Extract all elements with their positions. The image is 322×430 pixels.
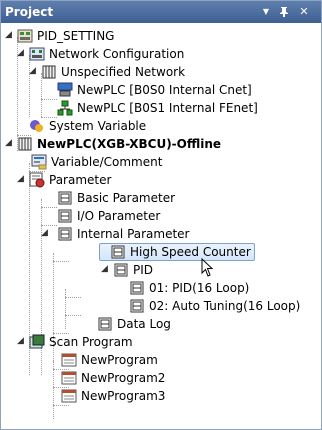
param-file-icon — [113, 262, 129, 278]
tree-label: PID — [133, 263, 154, 277]
collapse-icon[interactable]: ◢ — [17, 48, 27, 58]
tree-item-high-speed-counter[interactable]: High Speed Counter — [99, 243, 255, 261]
tree-label: NewProgram — [81, 353, 158, 367]
scan-program-icon — [29, 334, 45, 350]
tree-label: I/O Parameter — [77, 209, 161, 223]
tree-label: 02: Auto Tuning(16 Loop) — [149, 299, 301, 313]
collapse-icon[interactable]: ◢ — [5, 30, 15, 40]
mouse-cursor-icon — [201, 258, 214, 277]
cnet-icon — [57, 82, 73, 98]
collapse-icon[interactable]: ◢ — [17, 174, 27, 184]
tree-label: Data Log — [117, 317, 171, 331]
program-file-icon — [61, 370, 77, 386]
tree-label: 01: PID(16 Loop) — [149, 281, 250, 295]
tree-label: High Speed Counter — [130, 245, 251, 259]
pin-icon[interactable] — [277, 5, 291, 19]
tree-label: NewPLC [B0S0 Internal Cnet] — [77, 83, 252, 97]
tree-label: NewProgram3 — [81, 389, 166, 403]
system-variable-icon — [29, 118, 45, 134]
collapse-icon[interactable]: ◢ — [5, 138, 15, 148]
panel-title: Project — [5, 5, 54, 19]
program-file-icon — [61, 388, 77, 404]
network-icon — [29, 46, 45, 62]
close-icon[interactable]: ✕ — [297, 5, 311, 19]
fenet-icon — [57, 100, 73, 116]
param-file-icon — [57, 226, 73, 242]
tree-label: NewProgram2 — [81, 371, 166, 385]
tree-label: Basic Parameter — [77, 191, 176, 205]
tree-label: Unspecified Network — [61, 65, 186, 79]
param-file-icon — [110, 244, 126, 260]
collapse-icon[interactable]: ◢ — [41, 228, 51, 238]
project-panel: Project ▼ ✕ ◢ PID_SETTING ◢ Network Conf… — [0, 0, 322, 430]
param-file-icon — [57, 208, 73, 224]
tree-label: NewPLC [B0S1 Internal FEnet] — [77, 101, 258, 115]
plc-module-icon — [41, 64, 57, 80]
panel-titlebar: Project ▼ ✕ — [1, 1, 321, 23]
tree-label: Parameter — [49, 173, 112, 187]
project-icon — [17, 28, 33, 44]
tree-label: Network Configuration — [49, 47, 185, 61]
tree-label: Variable/Comment — [51, 155, 163, 169]
tree-label: NewPLC(XGB-XBCU)-Offline — [37, 137, 222, 151]
project-tree: ◢ PID_SETTING ◢ Network Configuration ◢ … — [1, 23, 321, 429]
tree-label: System Variable — [49, 119, 147, 133]
dropdown-icon[interactable]: ▼ — [259, 5, 273, 19]
tree-label: PID_SETTING — [37, 29, 115, 43]
program-file-icon — [61, 352, 77, 368]
variable-comment-icon — [31, 154, 47, 170]
plc-icon — [17, 136, 33, 152]
param-file-icon — [129, 298, 145, 314]
tree-label: Scan Program — [49, 335, 133, 349]
param-file-icon — [57, 190, 73, 206]
collapse-icon[interactable]: ◢ — [29, 66, 39, 76]
tree-label: Internal Parameter — [77, 227, 190, 241]
collapse-icon[interactable]: ◢ — [17, 336, 27, 346]
param-file-icon — [97, 316, 113, 332]
param-file-icon — [129, 280, 145, 296]
collapse-icon[interactable]: ◢ — [101, 264, 111, 274]
parameter-icon — [29, 172, 45, 188]
